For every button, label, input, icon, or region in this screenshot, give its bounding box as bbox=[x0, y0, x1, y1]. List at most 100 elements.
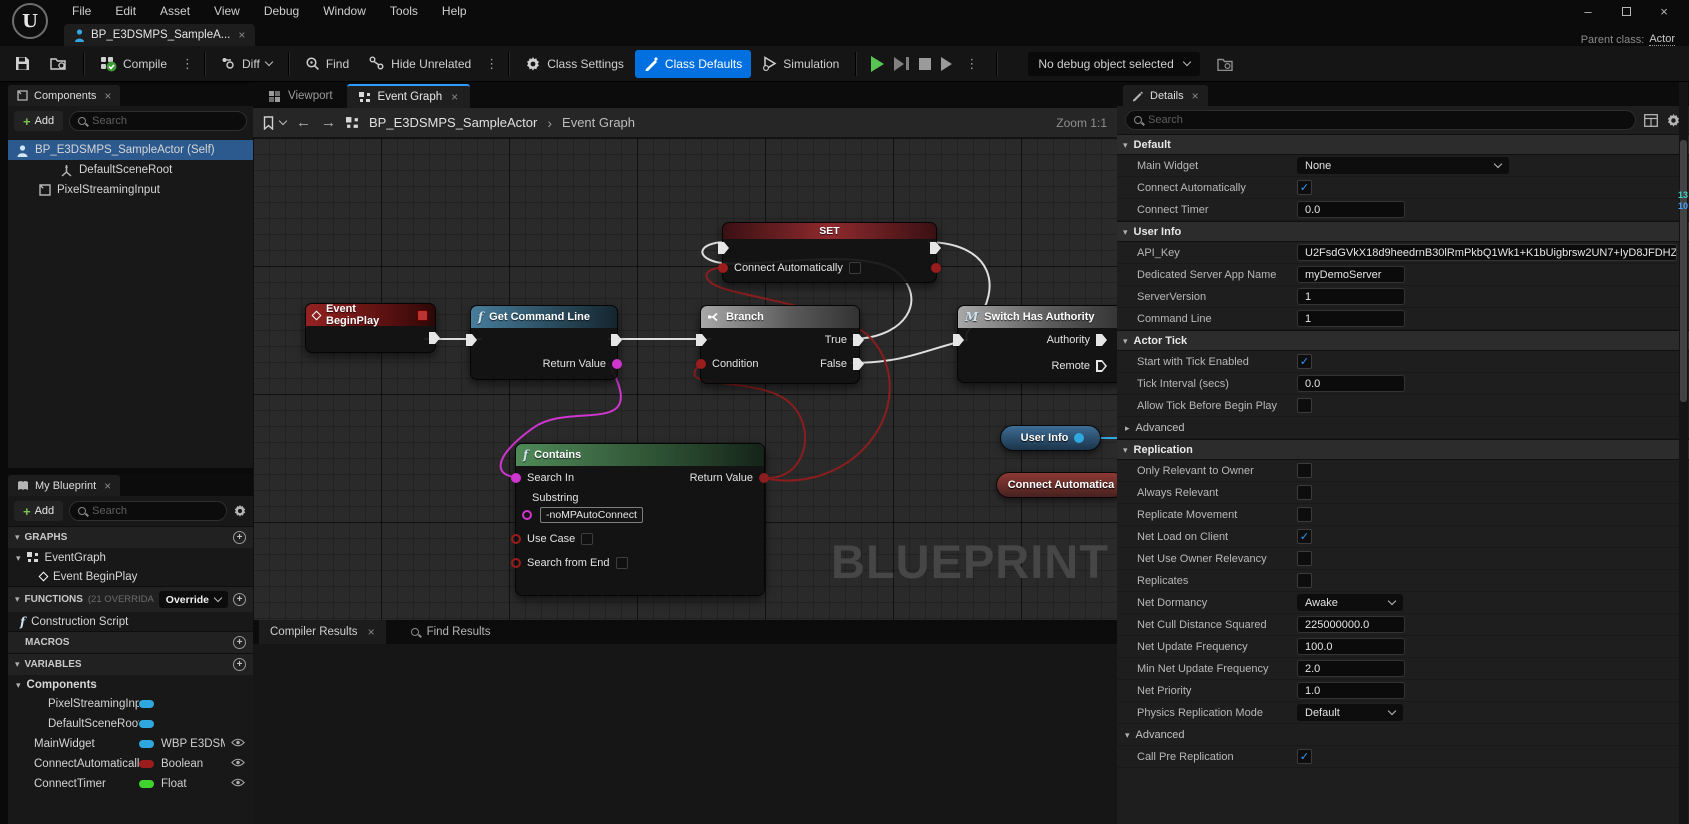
visibility-eye-icon[interactable] bbox=[231, 758, 245, 770]
node-branch[interactable]: Branch True Condition False bbox=[700, 305, 860, 384]
hide-unrelated-button[interactable]: Hide Unrelated bbox=[360, 50, 480, 78]
exec-in-pin[interactable] bbox=[696, 334, 707, 346]
close-icon[interactable]: × bbox=[104, 89, 111, 103]
compile-button[interactable]: Compile bbox=[91, 50, 176, 78]
browse-content-button[interactable] bbox=[41, 50, 76, 78]
variable-row[interactable]: ConnectTimerFloat bbox=[8, 774, 253, 794]
back-arrow-icon[interactable]: ← bbox=[296, 114, 311, 131]
add-component-button[interactable]: + Add bbox=[14, 111, 63, 131]
stop-icon[interactable] bbox=[919, 58, 931, 70]
menu-window[interactable]: Window bbox=[313, 1, 376, 21]
parent-class-link[interactable]: Actor bbox=[1649, 33, 1675, 46]
tab-details[interactable]: Details × bbox=[1123, 85, 1208, 106]
tree-row[interactable]: DefaultSceneRoot bbox=[8, 160, 253, 180]
return-bool-pin[interactable] bbox=[759, 473, 769, 483]
variable-type-pill[interactable] bbox=[139, 740, 154, 748]
close-window-button[interactable]: × bbox=[1649, 2, 1679, 20]
exec-in-pin[interactable] bbox=[466, 334, 477, 346]
play-options-kebab-icon[interactable]: ⋮ bbox=[962, 56, 981, 72]
use-case-checkbox[interactable] bbox=[581, 533, 593, 545]
tab-compiler-results[interactable]: Compiler Results × bbox=[259, 620, 386, 644]
menu-help[interactable]: Help bbox=[432, 1, 477, 21]
bool-in-pin[interactable] bbox=[718, 263, 728, 273]
menu-debug[interactable]: Debug bbox=[254, 1, 309, 21]
variable-type-pill[interactable] bbox=[139, 720, 154, 728]
property-input[interactable]: 225000000.0 bbox=[1297, 616, 1405, 633]
search-in-pin[interactable] bbox=[511, 473, 521, 483]
skip-button[interactable] bbox=[941, 57, 952, 71]
close-icon[interactable]: × bbox=[451, 90, 458, 104]
property-input[interactable]: 0.0 bbox=[1297, 375, 1405, 392]
condition-pin[interactable] bbox=[696, 359, 706, 369]
eventgraph-item[interactable]: EventGraph bbox=[8, 548, 253, 567]
add-macro-icon[interactable]: + bbox=[233, 636, 246, 649]
add-function-icon[interactable]: + bbox=[233, 593, 246, 606]
maximize-button[interactable] bbox=[1611, 2, 1641, 20]
node-set-connect-pill[interactable]: Connect Automatica bbox=[996, 472, 1117, 498]
close-icon[interactable]: × bbox=[104, 479, 111, 493]
debug-object-dropdown[interactable]: No debug object selected bbox=[1028, 52, 1199, 76]
details-search-input[interactable]: Search bbox=[1125, 110, 1636, 130]
search-from-end-checkbox[interactable] bbox=[616, 557, 628, 569]
property-checkbox[interactable] bbox=[1297, 507, 1312, 522]
breadcrumb-root[interactable]: BP_E3DSMPS_SampleActor bbox=[369, 115, 537, 130]
forward-arrow-icon[interactable]: → bbox=[321, 114, 336, 131]
compile-options-kebab-icon[interactable]: ⋮ bbox=[178, 56, 197, 72]
macros-section-header[interactable]: MACROS + bbox=[8, 631, 253, 653]
property-checkbox[interactable] bbox=[1297, 485, 1312, 500]
frame-skip-button[interactable] bbox=[894, 57, 909, 71]
menu-file[interactable]: File bbox=[62, 1, 101, 21]
chevron-down-icon[interactable] bbox=[279, 117, 287, 125]
property-checkbox[interactable] bbox=[1297, 573, 1312, 588]
tree-row[interactable]: PixelStreamingInput bbox=[8, 180, 253, 200]
property-checkbox[interactable]: ✓ bbox=[1297, 529, 1312, 544]
event-beginplay-item[interactable]: Event BeginPlay bbox=[8, 567, 253, 586]
diff-button[interactable]: Diff bbox=[212, 50, 281, 78]
node-set-connect-automatically[interactable]: SET Connect Automatically bbox=[722, 222, 937, 283]
variable-row[interactable]: DefaultSceneRoot bbox=[8, 714, 253, 734]
details-section-header[interactable]: Default bbox=[1117, 134, 1689, 155]
exec-in-pin[interactable] bbox=[718, 242, 729, 254]
details-subheader-row[interactable]: Advanced bbox=[1117, 417, 1689, 439]
close-icon[interactable]: × bbox=[1192, 89, 1199, 103]
components-search-input[interactable]: Search bbox=[69, 111, 247, 131]
asset-tab[interactable]: BP_E3DSMPS_SampleA... × bbox=[64, 24, 255, 46]
exec-in-pin[interactable] bbox=[953, 334, 964, 346]
property-checkbox[interactable]: ✓ bbox=[1297, 354, 1312, 369]
property-dropdown[interactable]: Awake bbox=[1297, 594, 1403, 611]
class-settings-button[interactable]: Class Settings bbox=[516, 50, 633, 78]
variable-type-pill[interactable] bbox=[139, 700, 154, 708]
node-get-user-info[interactable]: User Info bbox=[1000, 425, 1101, 451]
add-graph-icon[interactable]: + bbox=[233, 531, 246, 544]
visibility-eye-icon[interactable] bbox=[231, 738, 245, 750]
variable-row[interactable]: MainWidgetWBP E3DSM bbox=[8, 734, 253, 754]
property-dropdown[interactable]: Default bbox=[1297, 704, 1403, 721]
variable-row[interactable]: PixelStreamingInput bbox=[8, 694, 253, 714]
class-defaults-button[interactable]: Class Defaults bbox=[635, 50, 751, 78]
details-section-header[interactable]: User Info bbox=[1117, 221, 1689, 242]
play-icon[interactable] bbox=[871, 56, 884, 72]
minimize-button[interactable]: – bbox=[1573, 2, 1603, 20]
property-input[interactable]: U2FsdGVkX18d9heedrnB30lRmPkbQ1Wk1+K1bUig… bbox=[1297, 244, 1677, 261]
property-input[interactable]: 1.0 bbox=[1297, 682, 1405, 699]
tab-event-graph[interactable]: Event Graph × bbox=[347, 84, 471, 108]
debug-browse-button[interactable] bbox=[1208, 50, 1242, 78]
details-section-header[interactable]: Replication bbox=[1117, 439, 1689, 460]
find-button[interactable]: Find bbox=[296, 50, 358, 78]
string-out-pin[interactable] bbox=[612, 359, 622, 369]
settings-gear-icon[interactable] bbox=[233, 504, 247, 518]
menu-asset[interactable]: Asset bbox=[150, 1, 200, 21]
variables-section-header[interactable]: VARIABLES + bbox=[8, 653, 253, 675]
simulation-button[interactable]: Simulation bbox=[753, 50, 848, 78]
bookmark-icon[interactable] bbox=[263, 116, 274, 130]
tab-my-blueprint[interactable]: My Blueprint × bbox=[8, 475, 120, 496]
my-blueprint-search-input[interactable]: Search bbox=[69, 501, 227, 521]
property-input[interactable]: 1 bbox=[1297, 310, 1405, 327]
property-checkbox[interactable] bbox=[1297, 463, 1312, 478]
event-graph-canvas[interactable]: BLUEPRINT Event BeginPlay bbox=[253, 138, 1117, 620]
tree-row[interactable]: BP_E3DSMPS_SampleActor (Self) bbox=[8, 140, 253, 160]
property-dropdown[interactable]: None bbox=[1297, 157, 1509, 174]
construction-script-item[interactable]: f Construction Script bbox=[8, 612, 253, 631]
object-out-pin[interactable] bbox=[1074, 433, 1084, 443]
tab-viewport[interactable]: Viewport bbox=[257, 84, 345, 108]
